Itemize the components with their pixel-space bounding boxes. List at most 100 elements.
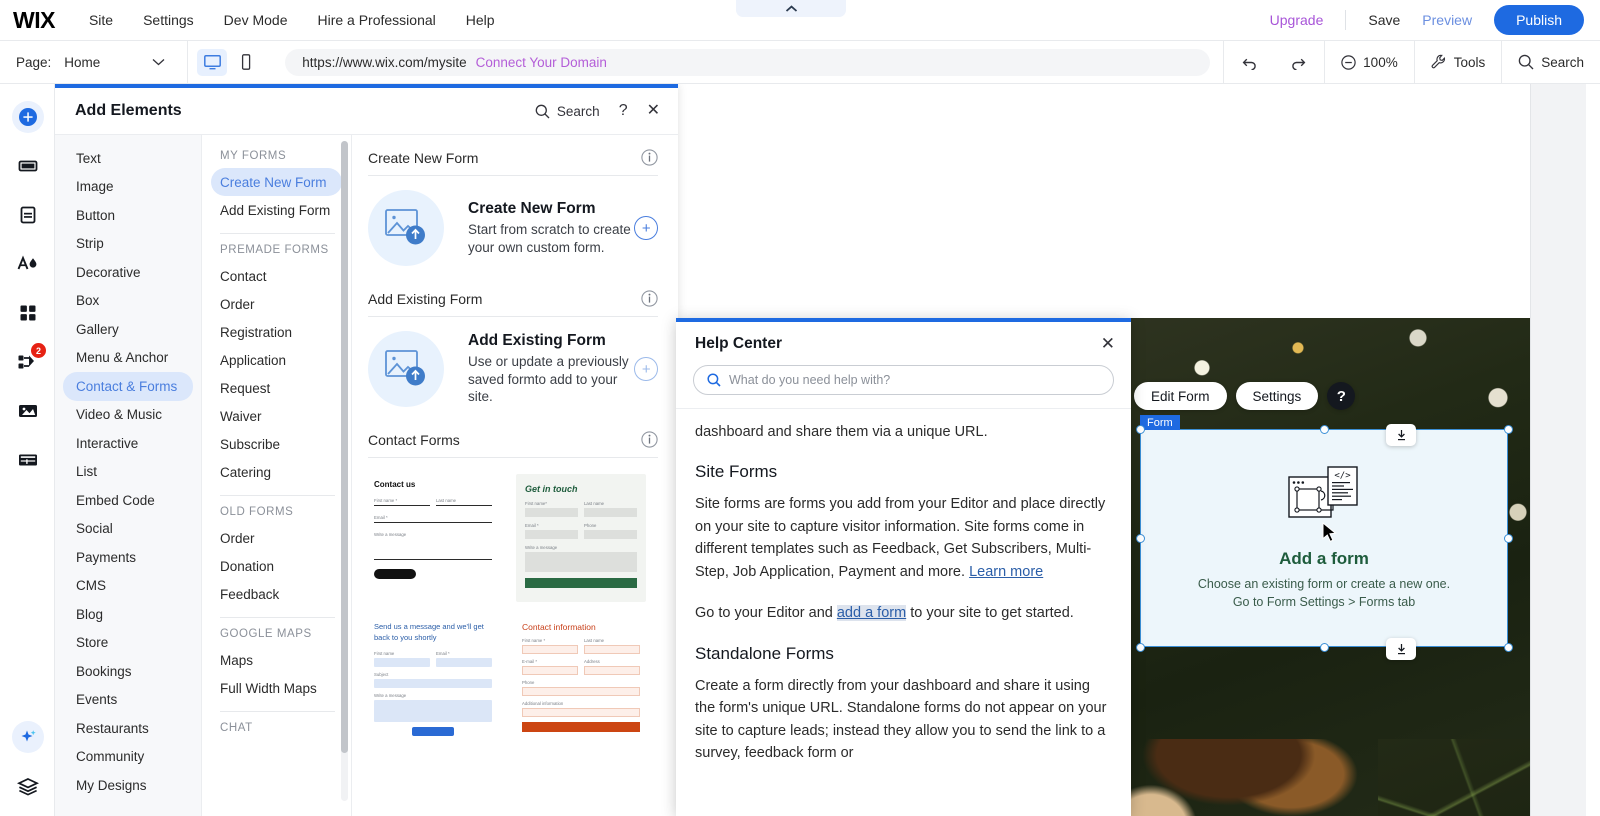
template-get-in-touch[interactable]: Get in touch First name* Last name Email… [516, 474, 646, 602]
resize-handle-mr[interactable] [1504, 534, 1513, 543]
search-button[interactable]: Search [1502, 41, 1600, 84]
template-contact-information[interactable]: Contact information First name * Last na… [516, 616, 646, 744]
category-item-store[interactable]: Store [55, 629, 201, 658]
top-menu-item-settings[interactable]: Settings [143, 12, 194, 28]
category-item-embed-code[interactable]: Embed Code [55, 486, 201, 515]
resize-handle-br[interactable] [1504, 643, 1513, 652]
category-item-social[interactable]: Social [55, 515, 201, 544]
subitem-donation[interactable]: Donation [202, 552, 351, 580]
subnav-scrollbar[interactable] [341, 141, 348, 801]
help-center-body[interactable]: dashboard and share them via a unique UR… [676, 409, 1131, 816]
category-item-box[interactable]: Box [55, 287, 201, 316]
rail-item-cms[interactable] [0, 435, 55, 484]
rail-item-add-elements[interactable] [0, 92, 55, 141]
add-create-new-form-button[interactable]: + [634, 216, 658, 240]
resize-handle-tl[interactable] [1136, 425, 1145, 434]
page-selector-value[interactable]: Home [64, 55, 100, 70]
resize-handle-ml[interactable] [1136, 534, 1145, 543]
wix-logo[interactable]: WIX [13, 7, 55, 34]
preview-button[interactable]: Preview [1422, 12, 1472, 28]
save-button[interactable]: Save [1368, 12, 1400, 28]
category-item-blog[interactable]: Blog [55, 600, 201, 629]
rail-item-layers[interactable] [0, 761, 55, 810]
subitem-subscribe[interactable]: Subscribe [202, 430, 351, 458]
subitem-contact[interactable]: Contact [202, 262, 351, 290]
resize-handle-bl[interactable] [1136, 643, 1145, 652]
top-menu-item-dev-mode[interactable]: Dev Mode [224, 12, 288, 28]
rail-item-apps[interactable] [0, 288, 55, 337]
rail-item-add-section[interactable] [0, 141, 55, 190]
top-menu-item-help[interactable]: Help [466, 12, 495, 28]
subitem-maps[interactable]: Maps [202, 646, 351, 674]
subitem-waiver[interactable]: Waiver [202, 402, 351, 430]
category-item-strip[interactable]: Strip [55, 230, 201, 259]
category-item-menu-and-anchor[interactable]: Menu & Anchor [55, 344, 201, 373]
learn-more-link[interactable]: Learn more [969, 564, 1043, 580]
resize-handle-bc[interactable] [1320, 643, 1329, 652]
category-item-image[interactable]: Image [55, 173, 201, 202]
category-item-community[interactable]: Community [55, 743, 201, 772]
tools-button[interactable]: Tools [1415, 41, 1502, 84]
subitem-old-order[interactable]: Order [202, 524, 351, 552]
category-item-payments[interactable]: Payments [55, 543, 201, 572]
redo-button[interactable] [1274, 41, 1324, 84]
subitem-feedback[interactable]: Feedback [202, 580, 351, 608]
edit-form-button[interactable]: Edit Form [1134, 382, 1227, 410]
category-item-list[interactable]: List [55, 458, 201, 487]
close-icon[interactable]: ✕ [1101, 335, 1115, 352]
category-item-cms[interactable]: CMS [55, 572, 201, 601]
help-search-field[interactable] [693, 365, 1114, 395]
category-item-decorative[interactable]: Decorative [55, 258, 201, 287]
category-item-contact-and-forms[interactable]: Contact & Forms [63, 372, 193, 401]
help-search-input[interactable] [729, 373, 1100, 387]
site-url-bar[interactable]: https://www.wix.com/mysite Connect Your … [285, 48, 1211, 76]
info-icon[interactable] [641, 149, 658, 166]
add-existing-form-button[interactable]: + [634, 357, 658, 381]
chevron-down-icon[interactable] [152, 58, 165, 66]
zoom-out-icon[interactable] [1341, 54, 1356, 70]
subitem-request[interactable]: Request [202, 374, 351, 402]
mobile-view-button[interactable] [231, 49, 261, 76]
panel-search-button[interactable]: Search [535, 104, 600, 119]
category-item-my-designs[interactable]: My Designs [55, 771, 201, 800]
category-item-text[interactable]: Text [55, 144, 201, 173]
stretch-down-badge-top[interactable] [1386, 424, 1416, 446]
card-add-existing-form[interactable]: Add Existing Form Use or update a previo… [368, 317, 658, 417]
panel-close-icon[interactable]: ✕ [647, 103, 660, 119]
info-icon[interactable] [641, 290, 658, 307]
category-item-button[interactable]: Button [55, 201, 201, 230]
resize-handle-tc[interactable] [1320, 425, 1329, 434]
zoom-control[interactable]: 100% [1325, 41, 1414, 84]
info-icon[interactable] [641, 431, 658, 448]
subitem-full-width-maps[interactable]: Full Width Maps [202, 674, 351, 702]
category-item-bookings[interactable]: Bookings [55, 657, 201, 686]
collapse-toolbar-tab[interactable] [736, 0, 846, 17]
form-settings-button[interactable]: Settings [1235, 382, 1319, 410]
resize-handle-tr[interactable] [1504, 425, 1513, 434]
category-item-interactive[interactable]: Interactive [55, 429, 201, 458]
add-a-form-link[interactable]: add a form [836, 605, 907, 622]
rail-item-automations[interactable]: 2 [0, 337, 55, 386]
card-create-new-form[interactable]: Create New Form Start from scratch to cr… [368, 176, 658, 276]
top-menu-item-hire-a-professional[interactable]: Hire a Professional [317, 12, 435, 28]
subitem-order[interactable]: Order [202, 290, 351, 318]
stretch-down-badge-bottom[interactable] [1386, 638, 1416, 660]
rail-item-site-design[interactable] [0, 239, 55, 288]
upgrade-link[interactable]: Upgrade [1270, 12, 1324, 28]
category-item-video-and-music[interactable]: Video & Music [55, 401, 201, 430]
help-icon[interactable]: ? [1327, 382, 1356, 410]
rail-item-media[interactable] [0, 386, 55, 435]
panel-help-icon[interactable]: ? [619, 103, 628, 119]
undo-button[interactable] [1224, 41, 1274, 84]
rail-item-pages[interactable] [0, 190, 55, 239]
subitem-catering[interactable]: Catering [202, 458, 351, 486]
category-item-events[interactable]: Events [55, 686, 201, 715]
template-contact-us[interactable]: Contact us First name * Last name Email … [368, 474, 498, 602]
category-item-gallery[interactable]: Gallery [55, 315, 201, 344]
publish-button[interactable]: Publish [1494, 5, 1584, 35]
subitem-application[interactable]: Application [202, 346, 351, 374]
category-item-restaurants[interactable]: Restaurants [55, 714, 201, 743]
template-send-us-a-message[interactable]: Send us a message and we'll get back to … [368, 616, 498, 744]
connect-domain-link[interactable]: Connect Your Domain [476, 55, 607, 70]
desktop-view-button[interactable] [197, 48, 228, 76]
